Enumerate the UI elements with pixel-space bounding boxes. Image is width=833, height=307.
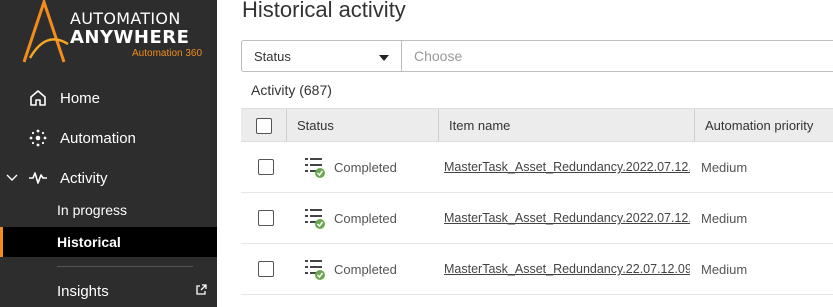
status-text: Completed — [334, 261, 397, 277]
table-row: Completed MasterTask_Asset_Redundancy.22… — [241, 244, 833, 295]
item-name-cell: MasterTask_Asset_Redundancy.22.07.12.09.… — [439, 244, 695, 295]
activity-pulse-icon — [28, 168, 48, 188]
page-title: Historical activity — [242, 0, 406, 22]
item-name-link[interactable]: MasterTask_Asset_Redundancy.2022.07.12..… — [444, 211, 690, 225]
sidebar-item-label: Insights — [57, 282, 109, 300]
sidebar-item-home[interactable]: Home — [0, 84, 217, 112]
item-name-link[interactable]: MasterTask_Asset_Redundancy.22.07.12.09.… — [444, 262, 690, 276]
item-name-cell: MasterTask_Asset_Redundancy.2022.07.12..… — [439, 142, 695, 193]
item-name-cell: MasterTask_Asset_Redundancy.2022.07.12..… — [439, 193, 695, 244]
status-filter-select[interactable]: Status — [242, 41, 402, 71]
external-link-icon — [195, 283, 207, 300]
table-row: Completed MasterTask_Asset_Redundancy.20… — [241, 142, 833, 193]
row-checkbox[interactable] — [258, 261, 274, 277]
sidebar-item-label: Activity — [60, 169, 108, 187]
select-all-checkbox[interactable] — [256, 117, 272, 134]
sidebar-item-insights[interactable]: Insights — [0, 277, 217, 305]
priority-cell: Medium — [701, 210, 748, 226]
caret-down-icon — [379, 49, 389, 64]
activity-table: Status Item name Automation priority Com… — [241, 108, 833, 295]
completed-status-icon — [304, 258, 326, 280]
table-row: Completed MasterTask_Asset_Redundancy.20… — [241, 193, 833, 244]
chevron-down-icon — [6, 174, 20, 182]
sidebar-item-label: Automation — [60, 129, 136, 147]
sidebar-divider — [57, 266, 193, 267]
filter-value-input[interactable] — [402, 41, 833, 71]
sidebar-item-activity[interactable]: Activity — [0, 164, 217, 192]
home-icon — [28, 88, 48, 108]
automation-anywhere-logo[interactable]: AUTOMATION ANYWHERE Automation 360 — [14, 0, 214, 70]
row-select-cell — [241, 244, 287, 295]
priority-cell: Medium — [701, 261, 748, 277]
status-text: Completed — [334, 210, 397, 226]
filter-select-value: Status — [254, 48, 291, 64]
item-name-link[interactable]: MasterTask_Asset_Redundancy.2022.07.12..… — [444, 160, 690, 174]
status-cell: Completed — [287, 244, 439, 295]
header-automation-priority[interactable]: Automation priority — [695, 109, 833, 142]
header-status[interactable]: Status — [287, 109, 439, 142]
status-text: Completed — [334, 159, 397, 175]
completed-status-icon — [304, 207, 326, 229]
row-select-cell — [241, 142, 287, 193]
row-checkbox[interactable] — [258, 210, 274, 226]
main-content: Historical activity Status Activity (687… — [217, 0, 833, 307]
table-header: Status Item name Automation priority — [241, 108, 833, 142]
priority-cell: Medium — [701, 159, 748, 175]
sidebar-item-label: Home — [60, 89, 101, 107]
sidebar-item-automation[interactable]: Automation — [0, 124, 217, 152]
filter-bar: Status — [241, 40, 833, 72]
header-select-cell — [241, 109, 287, 142]
status-cell: Completed — [287, 193, 439, 244]
sidebar-item-in-progress[interactable]: In progress — [0, 196, 217, 224]
sidebar: AUTOMATION ANYWHERE Automation 360 Home … — [0, 0, 217, 307]
row-select-cell — [241, 193, 287, 244]
completed-status-icon — [304, 156, 326, 178]
logo-a-icon — [22, 0, 69, 63]
row-checkbox[interactable] — [258, 159, 274, 175]
logo-text-line2: ANYWHERE — [70, 27, 190, 48]
status-cell: Completed — [287, 142, 439, 193]
activity-count: Activity (687) — [251, 82, 332, 98]
logo-text-line1: AUTOMATION — [70, 9, 181, 28]
sidebar-item-historical[interactable]: Historical — [0, 227, 217, 257]
automation-icon — [28, 128, 48, 148]
logo-subtitle: Automation 360 — [132, 48, 203, 59]
header-item-name[interactable]: Item name — [439, 109, 695, 142]
